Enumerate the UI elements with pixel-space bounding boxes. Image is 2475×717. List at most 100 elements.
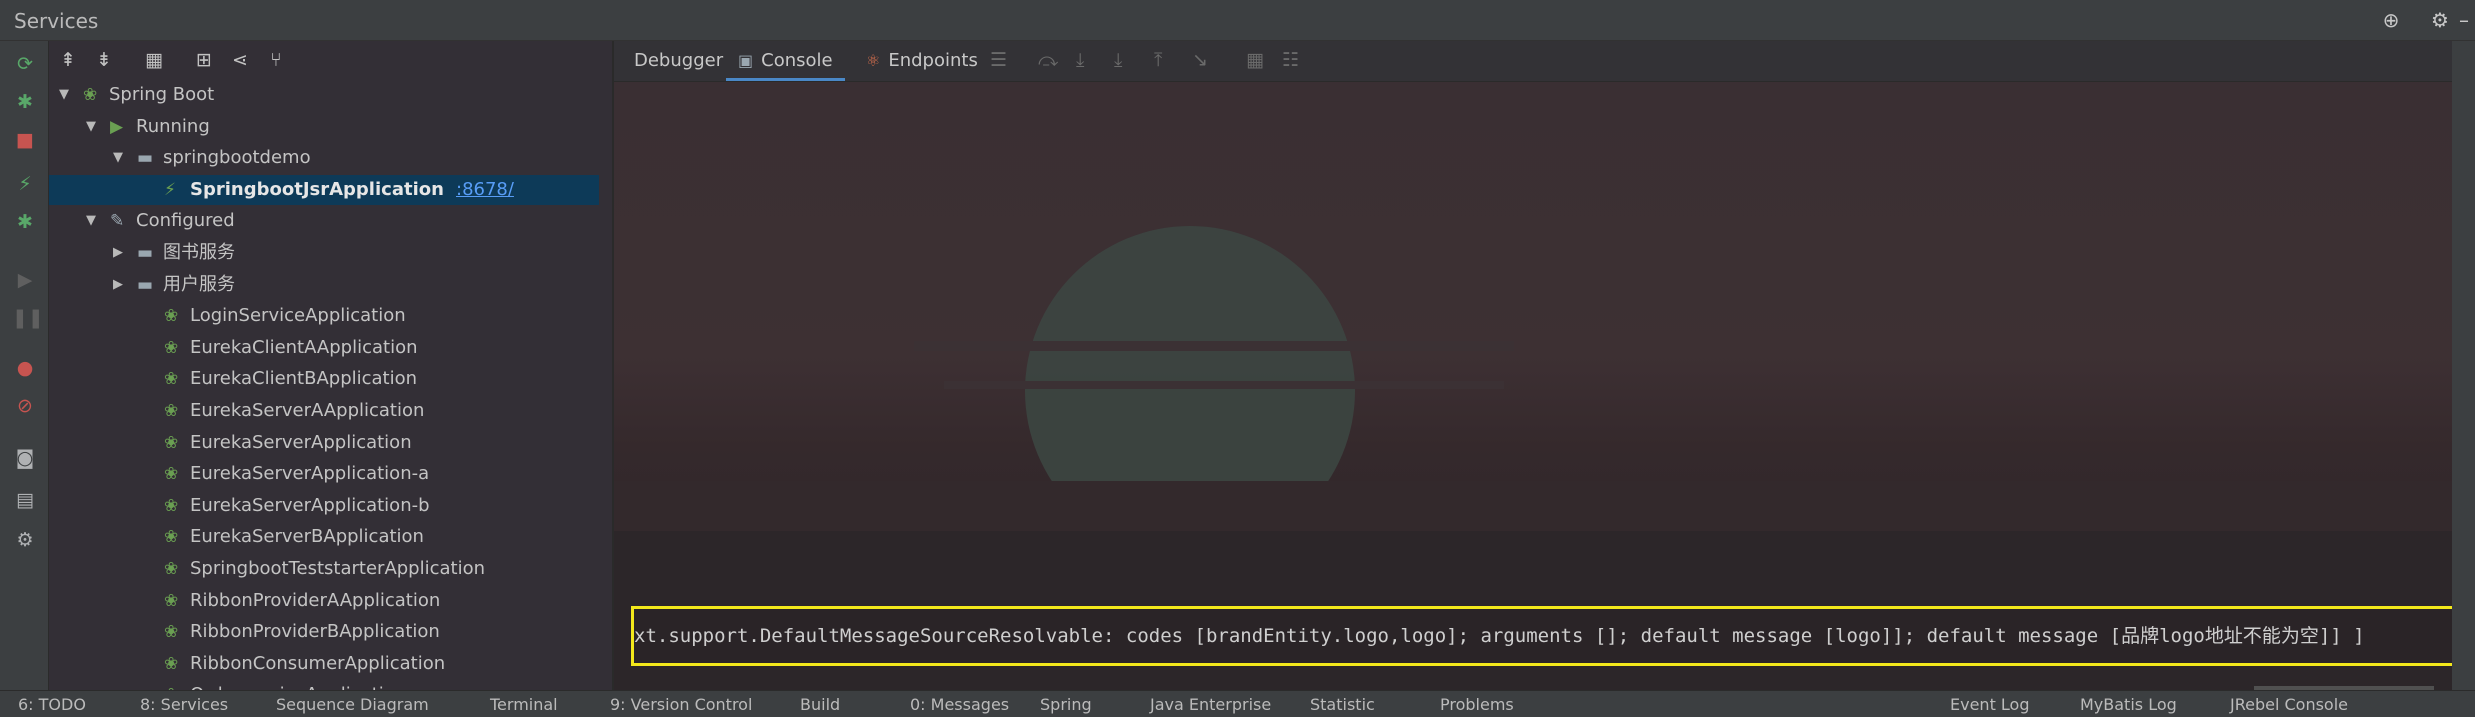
tab-console[interactable]: ▣ Console — [726, 41, 845, 81]
bottom-tool-button[interactable]: Java Enterprise — [1150, 695, 1271, 714]
spring-running-icon: ⚡ — [164, 179, 176, 200]
bottom-tool-button[interactable]: Event Log — [1950, 695, 2030, 714]
pause-icon[interactable]: ❚❚ — [12, 305, 44, 331]
globe-icon[interactable]: ⊕ — [2379, 8, 2403, 32]
resume-icon[interactable]: ▶ — [12, 267, 38, 293]
services-tree-panel: ⇞ ⇟ ▦ ⊞ ⋖ ⑂ ▼ ❀ Spring Boot ▼ ▶ Running ▼ ▬ spri… — [49, 41, 612, 690]
tree-item-label: Configured — [136, 210, 235, 232]
tree-item-label: Spring Boot — [109, 84, 215, 105]
expand-all-icon[interactable]: ⇞ — [55, 47, 81, 73]
tree-row[interactable]: ❀ EurekaServerAApplication — [49, 396, 599, 426]
spring-boot-icon: ❀ — [164, 432, 179, 453]
settings-icon[interactable]: ⚙ — [12, 527, 38, 553]
chevron-down-icon[interactable]: ▼ — [113, 143, 123, 173]
evaluate-icon[interactable]: ▦ — [1246, 49, 1264, 71]
tree-row[interactable]: ❀ EurekaServerBApplication — [49, 522, 599, 552]
tree-item-label: EurekaServerApplication — [190, 431, 412, 453]
force-step-into-icon[interactable]: ⤓ — [1114, 49, 1122, 71]
gear-icon[interactable]: ⚙ — [2428, 8, 2452, 32]
wrench-icon: ✎ — [110, 211, 125, 232]
tree-row[interactable]: ❀ LoginServiceApplication — [49, 301, 599, 331]
debug-icon[interactable]: ✱ — [12, 89, 38, 115]
bottom-tool-button[interactable]: Build — [800, 695, 840, 714]
folder-icon: ▬ — [137, 243, 154, 263]
bottom-tool-button[interactable]: Spring — [1040, 695, 1092, 714]
spring-boot-icon: ❀ — [164, 337, 179, 358]
tree-row[interactable]: ▼ ✎ Configured — [49, 206, 599, 236]
bottom-tool-button[interactable]: Statistic — [1310, 695, 1375, 714]
tree-row[interactable]: ❀ SpringbootTeststarterApplication — [49, 554, 599, 584]
tab-endpoints[interactable]: ⚛ Endpoints — [866, 41, 978, 81]
chevron-right-icon[interactable]: ▶ — [113, 270, 123, 300]
tab-debugger[interactable]: Debugger — [634, 41, 723, 81]
camera-icon[interactable]: ◙ — [12, 445, 38, 471]
collapse-all-icon[interactable]: ⇟ — [91, 47, 117, 73]
bottom-tool-button[interactable]: Sequence Diagram — [276, 695, 429, 714]
folder-icon: ▬ — [137, 274, 154, 295]
folder-icon: ▬ — [137, 148, 154, 169]
chevron-down-icon[interactable]: ▼ — [59, 80, 69, 110]
tree-row[interactable]: ▶ ▬ 图书服务 — [49, 238, 599, 268]
stop-icon[interactable]: ■ — [12, 127, 38, 153]
tree-item-label: EurekaServerBApplication — [190, 526, 424, 548]
tree-row[interactable]: ❀ EurekaClientAApplication — [49, 333, 599, 363]
bottom-tool-button[interactable]: 8: Services — [140, 695, 228, 714]
tree-item-label: EurekaServerApplication-a — [190, 463, 430, 485]
tab-label: Debugger — [634, 50, 724, 71]
rerun-icon[interactable]: ⟳ — [12, 51, 38, 77]
tree-row[interactable]: ❀ EurekaServerApplication-a — [49, 459, 599, 489]
trace-icon[interactable]: ☷ — [1282, 49, 1299, 71]
tree-row[interactable]: ❀ EurekaClientBApplication — [49, 364, 599, 394]
step-into-icon[interactable]: ⤓ — [1076, 49, 1084, 71]
bottom-tool-button[interactable]: 0: Messages — [910, 695, 1009, 714]
step-over-icon[interactable]: ⤼ — [1038, 49, 1058, 71]
step-out-icon[interactable]: ⤒ — [1154, 49, 1162, 71]
tree-row[interactable]: ❀ RibbonProviderBApplication — [49, 617, 599, 647]
filter-icon[interactable]: ⑂ — [263, 47, 289, 73]
tree-row[interactable]: ❀ EurekaServerApplication-b — [49, 491, 599, 521]
run-spring-icon[interactable]: ⚡ — [12, 171, 38, 197]
tree-item-label: LoginServiceApplication — [190, 305, 406, 327]
bottom-tool-bar: 6: TODO 8: Services Sequence Diagram Termin… — [0, 690, 2475, 717]
tree-row[interactable]: ❀ EurekaServerApplication — [49, 428, 599, 458]
tree-item-label: springbootdemo — [163, 147, 311, 169]
spring-boot-icon: ❀ — [164, 653, 179, 674]
breakpoints-icon[interactable]: ● — [12, 355, 38, 381]
background-ground — [614, 481, 2475, 531]
tree-row-selected[interactable]: ⚡ SpringbootJsrApplication :8678/ — [49, 174, 599, 205]
tree-row[interactable]: ▼ ▬ springbootdemo — [49, 143, 599, 173]
port-link[interactable]: :8678/ — [456, 175, 514, 205]
add-service-icon[interactable]: ⊞ — [191, 47, 217, 73]
group-by-icon[interactable]: ▦ — [141, 47, 167, 73]
minimize-icon[interactable]: – — [2455, 8, 2473, 32]
bottom-tool-button[interactable]: Terminal — [490, 695, 558, 714]
spring-boot-icon: ❀ — [164, 680, 178, 690]
tree-item-label: SpringbootJsrApplication — [190, 178, 444, 200]
tree-row[interactable]: ❀ OrderserviceApplication — [49, 680, 599, 690]
bottom-tool-button[interactable]: JRebel Console — [2230, 695, 2348, 714]
tree-row[interactable]: ▶ ▬ 用户服务 — [49, 270, 599, 300]
tree-row[interactable]: ❀ RibbonConsumerApplication — [49, 649, 599, 679]
chevron-down-icon[interactable]: ▼ — [86, 112, 96, 142]
run-to-cursor-icon[interactable]: ↘ — [1192, 49, 1208, 71]
debug-spring-icon[interactable]: ✱ — [12, 209, 38, 235]
tree-row[interactable]: ▼ ❀ Spring Boot — [49, 80, 599, 110]
tree-item-label: SpringbootTeststarterApplication — [190, 558, 486, 579]
tree-row[interactable]: ▼ ▶ Running — [49, 112, 599, 142]
bottom-tool-button[interactable]: 9: Version Control — [610, 695, 752, 714]
chevron-down-icon[interactable]: ▼ — [86, 206, 96, 236]
right-tool-strip — [2452, 41, 2475, 690]
chevron-right-icon[interactable]: ▶ — [113, 238, 123, 268]
bottom-tool-button[interactable]: 6: TODO — [18, 695, 86, 714]
tree-item-label: RibbonConsumerApplication — [190, 652, 446, 674]
bottom-tool-button[interactable]: Problems — [1440, 695, 1514, 714]
mute-breakpoints-icon[interactable]: ⊘ — [12, 393, 38, 419]
console-log-line: xt.support.DefaultMessageSourceResolvabl… — [634, 625, 2365, 647]
bottom-tool-button[interactable]: MyBatis Log — [2080, 695, 2177, 714]
split-icon[interactable]: ⋖ — [227, 47, 253, 73]
tree-item-label: OrderserviceApplication — [190, 680, 406, 690]
endpoints-icon: ⚛ — [866, 51, 881, 70]
tree-row[interactable]: ❀ RibbonProviderAApplication — [49, 586, 599, 616]
threads-icon[interactable]: ☰ — [990, 49, 1007, 71]
layout-icon[interactable]: ▤ — [12, 487, 38, 513]
